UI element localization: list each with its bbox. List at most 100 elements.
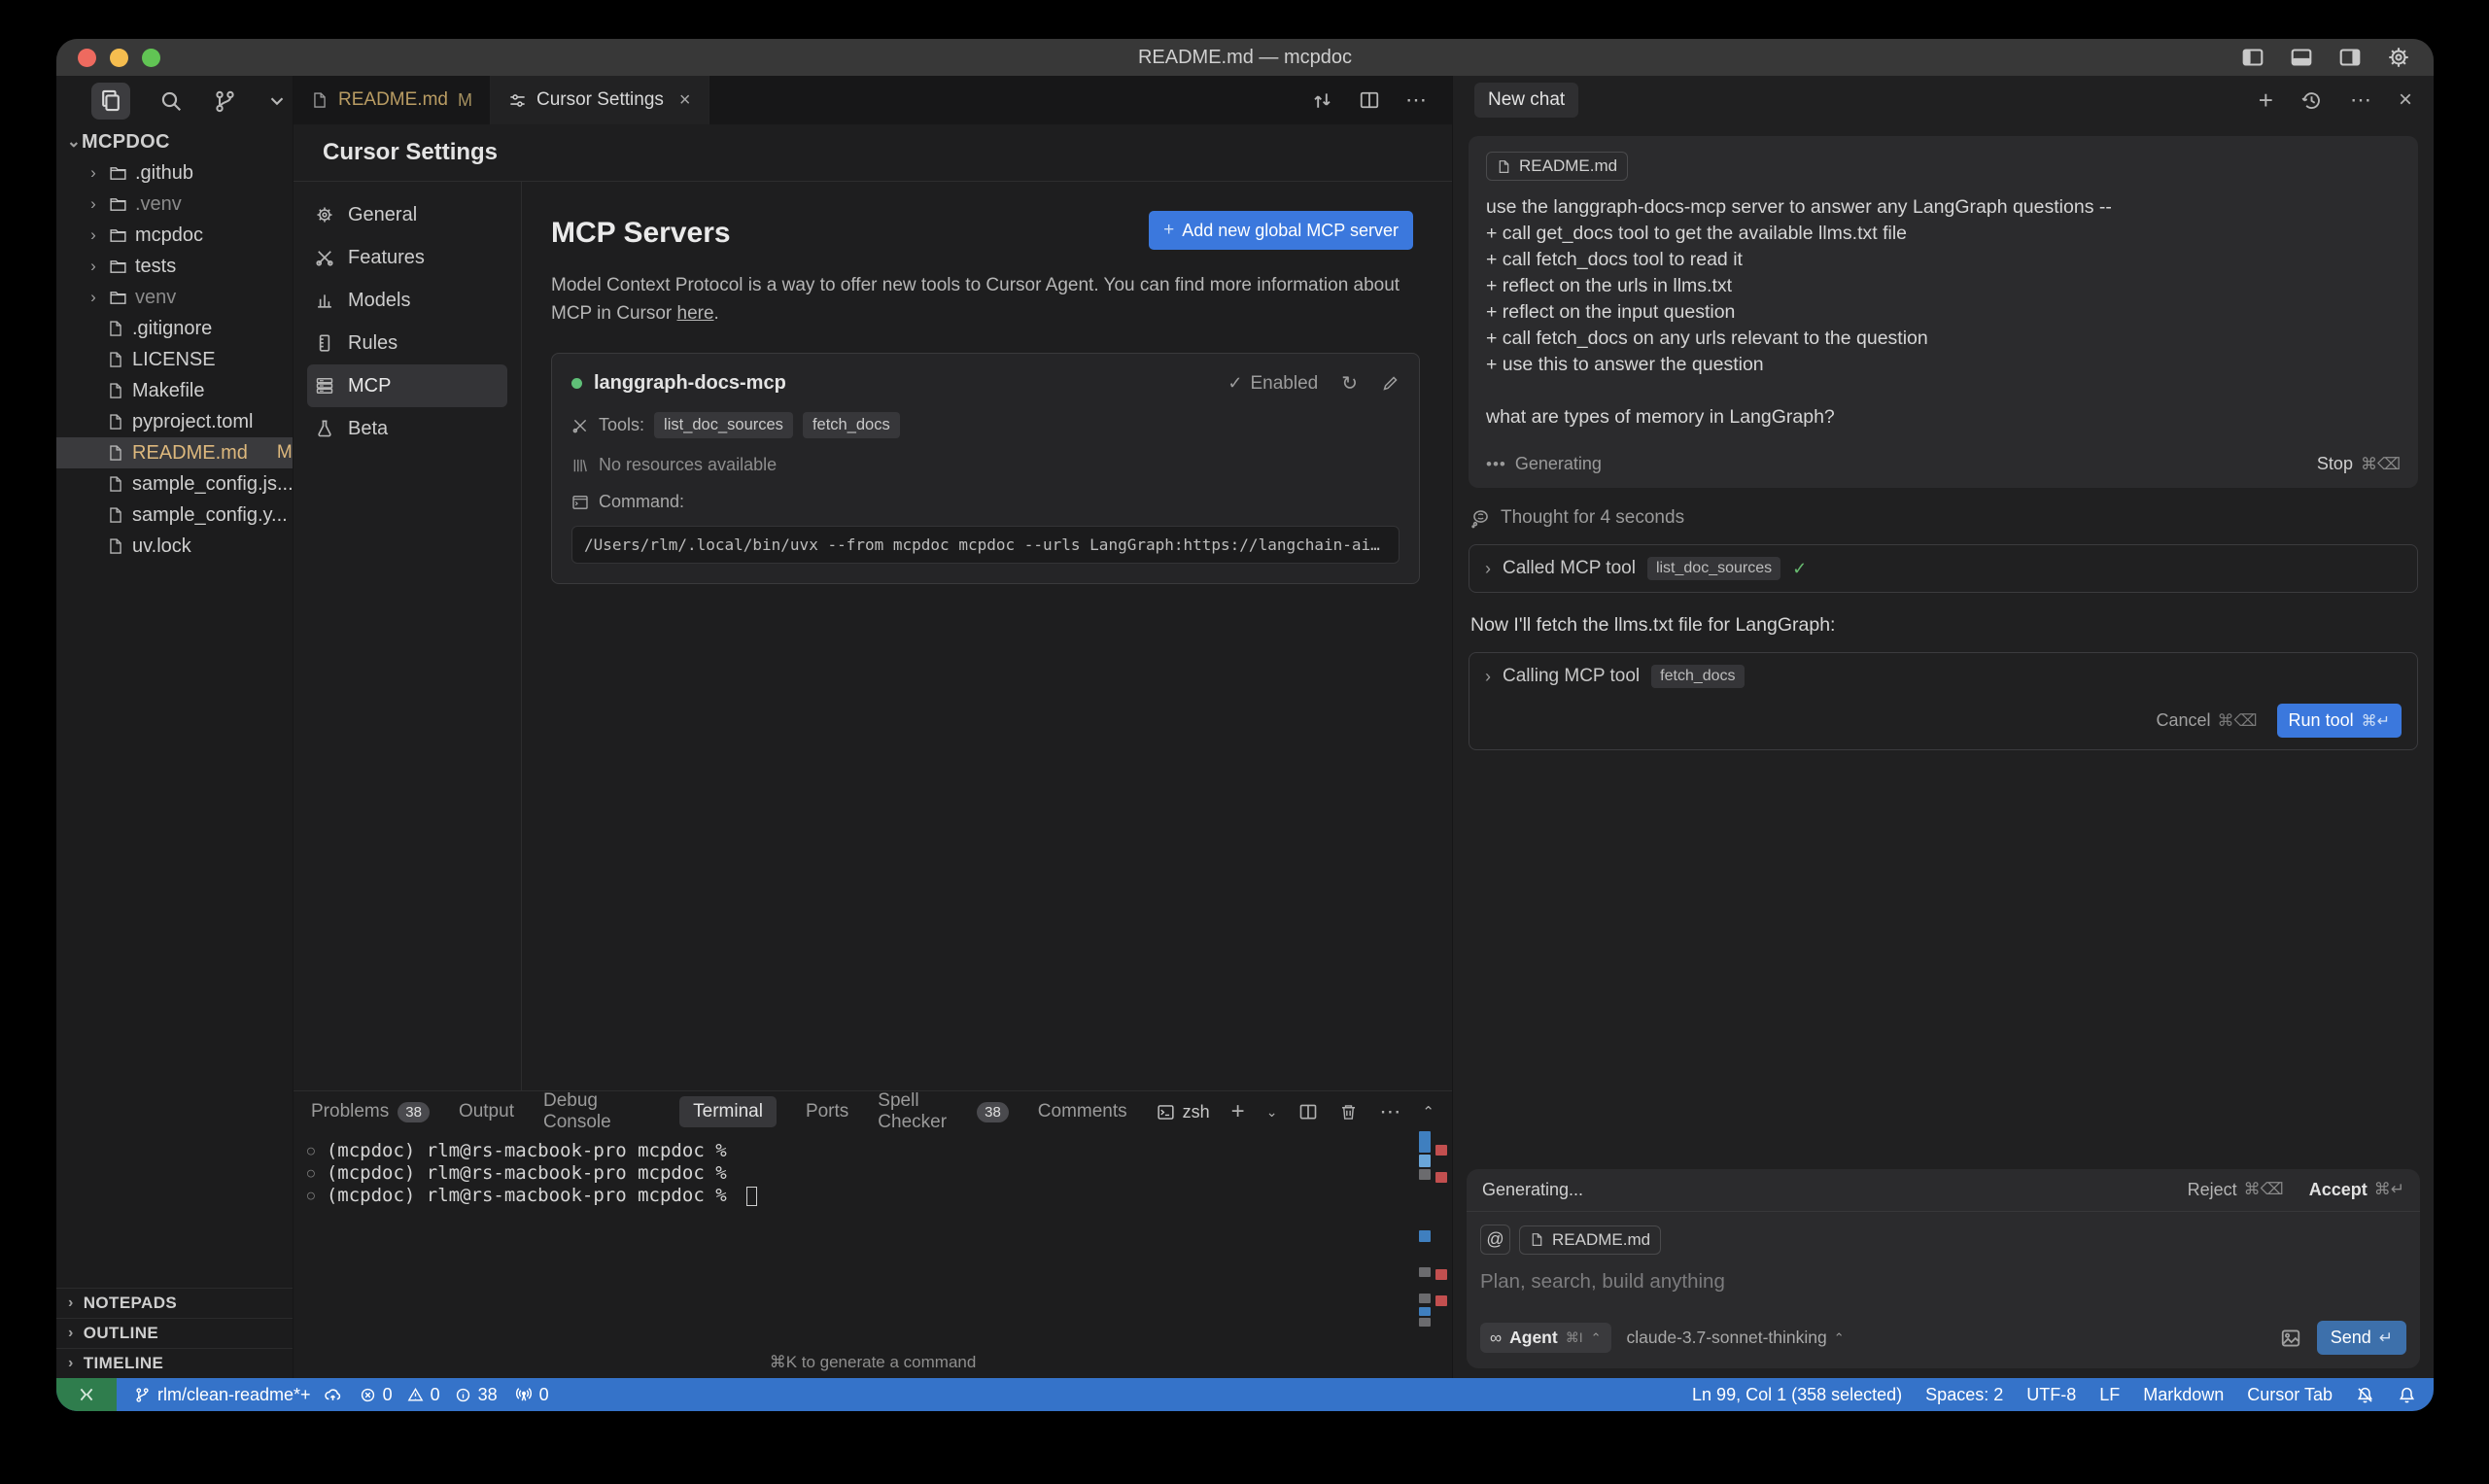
nav-beta[interactable]: Beta — [307, 407, 507, 450]
panel-tab-comments[interactable]: Comments — [1038, 1101, 1127, 1122]
tree-item-license[interactable]: LICENSE — [56, 344, 293, 375]
ports-indicator[interactable]: 0 — [515, 1385, 549, 1405]
nav-general[interactable]: General — [307, 193, 507, 236]
close-tab-icon[interactable]: × — [679, 89, 691, 112]
section-timeline[interactable]: ›TIMELINE — [56, 1348, 293, 1378]
panel-tab-spell-checker[interactable]: Spell Checker38 — [878, 1090, 1009, 1133]
tab-cursor-settings[interactable]: Cursor Settings × — [491, 76, 709, 124]
panel-tab-ports[interactable]: Ports — [806, 1101, 848, 1122]
zoom-window-button[interactable] — [142, 49, 160, 67]
tree-item-uvlock[interactable]: uv.lock — [56, 531, 293, 562]
terminal-output[interactable]: ○(mcpdoc) rlm@rs-macbook-pro mcpdoc % ○(… — [294, 1140, 1452, 1207]
message-line: + call fetch_docs on any urls relevant t… — [1486, 326, 2401, 352]
tree-item-pyproject[interactable]: pyproject.toml — [56, 406, 293, 437]
chevron-down-icon[interactable] — [266, 90, 288, 112]
command-text[interactable]: /Users/rlm/.local/bin/uvx --from mcpdoc … — [571, 526, 1400, 564]
cursor-tab-indicator[interactable]: Cursor Tab — [2247, 1385, 2333, 1405]
settings-gear-icon[interactable] — [2387, 46, 2410, 69]
tree-item-sample-config-js[interactable]: sample_config.js... — [56, 468, 293, 500]
nav-features[interactable]: Features — [307, 236, 507, 279]
mcp-tool-called-box[interactable]: › Called MCP tool list_doc_sources ✓ — [1469, 544, 2418, 593]
tree-item-readme-selected[interactable]: README.mdM — [56, 437, 293, 468]
toggle-panel-icon[interactable] — [2290, 46, 2313, 69]
thought-row[interactable]: Thought for 4 seconds — [1470, 507, 2416, 529]
nav-mcp[interactable]: MCP — [307, 364, 507, 407]
edit-pencil-icon[interactable] — [1381, 374, 1400, 393]
accept-button[interactable]: Accept⌘↵ — [2309, 1180, 2404, 1200]
context-file-chip[interactable]: README.md — [1519, 1225, 1661, 1255]
encoding-indicator[interactable]: UTF-8 — [2026, 1385, 2076, 1405]
terminal-dropdown-icon[interactable]: ⌄ — [1266, 1104, 1278, 1121]
panel-tab-problems[interactable]: Problems38 — [311, 1101, 430, 1122]
chat-tab[interactable]: New chat — [1474, 83, 1578, 118]
section-label: OUTLINE — [84, 1324, 158, 1343]
explorer-icon[interactable] — [91, 83, 130, 120]
agent-mode-selector[interactable]: ∞ Agent ⌘I ⌃ — [1480, 1323, 1611, 1353]
close-chat-icon[interactable]: × — [2399, 86, 2412, 114]
new-terminal-icon[interactable]: + — [1231, 1098, 1245, 1125]
panel-tab-terminal[interactable]: Terminal — [679, 1096, 777, 1127]
split-editor-icon[interactable] — [1359, 89, 1380, 111]
refresh-icon[interactable]: ↻ — [1341, 371, 1358, 396]
tree-item-makefile[interactable]: Makefile — [56, 375, 293, 406]
success-check-icon: ✓ — [1792, 559, 1807, 579]
problems-indicator[interactable]: 0 0 38 — [360, 1385, 498, 1405]
minimize-window-button[interactable] — [110, 49, 128, 67]
tree-item-mcpdoc[interactable]: ›mcpdoc — [56, 220, 293, 251]
tab-readme[interactable]: README.md M — [294, 76, 491, 124]
toggle-primary-sidebar-icon[interactable] — [2241, 46, 2264, 69]
split-terminal-icon[interactable] — [1298, 1102, 1318, 1122]
kill-terminal-trash-icon[interactable] — [1339, 1103, 1358, 1122]
panel-tab-output[interactable]: Output — [459, 1101, 514, 1122]
branch-indicator[interactable]: rlm/clean-readme*+ — [134, 1385, 342, 1405]
here-link[interactable]: here — [677, 303, 714, 324]
tree-item-gitignore[interactable]: .gitignore — [56, 313, 293, 344]
tree-item-tests[interactable]: ›tests — [56, 251, 293, 282]
nav-models[interactable]: Models — [307, 279, 507, 322]
cursor-position-indicator[interactable]: Ln 99, Col 1 (358 selected) — [1692, 1385, 1902, 1405]
toggle-secondary-sidebar-icon[interactable] — [2338, 46, 2362, 69]
tree-item-sample-config-y[interactable]: sample_config.y... — [56, 500, 293, 531]
indentation-indicator[interactable]: Spaces: 2 — [1925, 1385, 2003, 1405]
panel-tab-label: Debug Console — [543, 1090, 650, 1133]
enabled-toggle[interactable]: ✓Enabled — [1227, 373, 1318, 395]
chat-history-icon[interactable] — [2300, 89, 2323, 112]
new-chat-icon[interactable]: + — [2259, 86, 2273, 116]
tree-item-github[interactable]: ›.github — [56, 157, 293, 189]
section-notepads[interactable]: ›NOTEPADS — [56, 1288, 293, 1318]
close-window-button[interactable] — [78, 49, 96, 67]
add-mcp-server-button[interactable]: +Add new global MCP server — [1149, 211, 1413, 250]
run-tool-button[interactable]: Run tool⌘↵ — [2277, 704, 2402, 738]
open-changes-icon[interactable] — [1311, 89, 1333, 112]
more-actions-icon[interactable]: ⋯ — [1405, 87, 1427, 113]
tool-chip[interactable]: fetch_docs — [803, 412, 900, 438]
language-mode-indicator[interactable]: Markdown — [2143, 1385, 2224, 1405]
chat-more-icon[interactable]: ⋯ — [2350, 87, 2371, 113]
nav-rules[interactable]: Rules — [307, 322, 507, 364]
search-icon[interactable] — [159, 89, 184, 114]
bell-slash-icon[interactable] — [2356, 1386, 2374, 1404]
cancel-tool-button[interactable]: Cancel⌘⌫ — [2156, 710, 2257, 731]
model-selector[interactable]: claude-3.7-sonnet-thinking ⌃ — [1627, 1328, 1845, 1348]
maximize-panel-icon[interactable]: ⌃ — [1422, 1103, 1435, 1121]
reject-button[interactable]: Reject⌘⌫ — [2188, 1180, 2284, 1200]
source-control-icon[interactable] — [213, 89, 237, 114]
panel-more-icon[interactable]: ⋯ — [1379, 1099, 1400, 1124]
tree-item-venv-hidden[interactable]: ›.venv — [56, 189, 293, 220]
tool-chip[interactable]: list_doc_sources — [654, 412, 793, 438]
eol-indicator[interactable]: LF — [2099, 1385, 2120, 1405]
shell-selector[interactable]: zsh — [1157, 1102, 1210, 1122]
add-context-button[interactable]: @ — [1480, 1225, 1510, 1255]
send-button[interactable]: Send↵ — [2317, 1321, 2406, 1355]
attach-image-icon[interactable] — [2280, 1328, 2301, 1349]
remote-indicator[interactable] — [56, 1378, 117, 1411]
stop-button[interactable]: Stop⌘⌫ — [2317, 454, 2401, 474]
tree-item-venv[interactable]: ›venv — [56, 282, 293, 313]
bell-icon[interactable] — [2398, 1386, 2416, 1404]
chat-input[interactable] — [1480, 1270, 2360, 1294]
tree-root-mcpdoc[interactable]: ⌄MCPDOC — [56, 126, 293, 157]
attached-file-chip[interactable]: README.md — [1486, 152, 1628, 181]
mcp-tool-calling-box[interactable]: › Calling MCP tool fetch_docs Cancel⌘⌫ R… — [1469, 652, 2418, 750]
section-outline[interactable]: ›OUTLINE — [56, 1318, 293, 1348]
panel-tab-debug-console[interactable]: Debug Console — [543, 1090, 650, 1133]
